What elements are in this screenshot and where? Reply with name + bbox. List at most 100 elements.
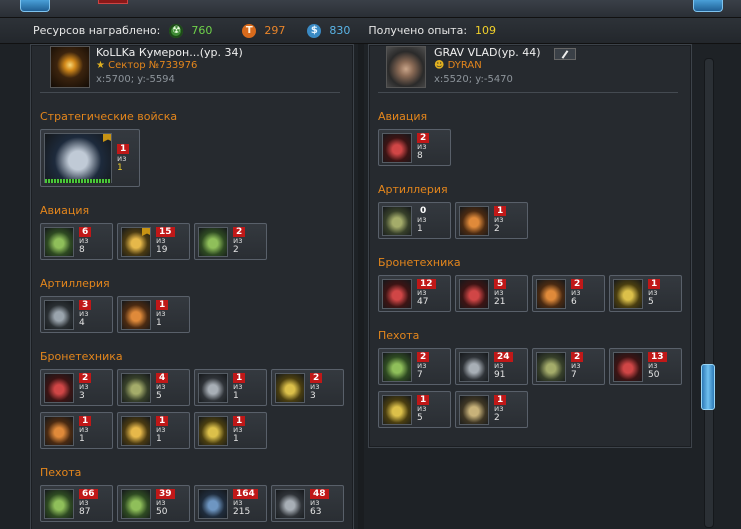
unit-card[interactable]: 2 из 3 (40, 369, 113, 406)
orange-spider-icon (121, 300, 151, 330)
unit-card[interactable]: 2 из 3 (271, 369, 344, 406)
unit-card[interactable]: 4 из 5 (117, 369, 190, 406)
radiation-icon: ☢ (169, 23, 184, 38)
unit-card[interactable]: 66 из 87 (40, 485, 113, 522)
unit-card[interactable]: 1 из 1 (194, 412, 267, 449)
of-label: из (310, 498, 320, 507)
of-label: из (233, 236, 243, 245)
unit-card[interactable]: 12 из 47 (378, 275, 451, 312)
total-count: 5 (417, 413, 423, 423)
killed-count: 1 (117, 144, 130, 154)
of-label: из (648, 361, 658, 370)
of-label: из (79, 498, 89, 507)
unit-card[interactable]: 1 из 1 (40, 412, 113, 449)
total-count: 21 (494, 297, 506, 307)
unit-card[interactable]: 39 из 50 (117, 485, 190, 522)
sector-label-left: Сектор №733976 (108, 60, 198, 71)
unit-card[interactable]: 1 из 1 (194, 369, 267, 406)
unit-card[interactable]: 2 из 2 (194, 223, 267, 260)
unit-card[interactable]: 24 из 91 (455, 348, 528, 385)
coords-left: x:5700; y:-5594 (96, 74, 175, 85)
player-avatar-left[interactable] (50, 46, 90, 88)
unit-card[interactable]: 2 из 7 (378, 348, 451, 385)
gray-soldier-icon (459, 352, 489, 382)
unit-card[interactable]: 1 из 5 (609, 275, 682, 312)
separator-right (378, 92, 678, 93)
total-count: 2 (494, 413, 500, 423)
orange-spider-icon (459, 206, 489, 236)
total-count: 19 (156, 245, 168, 255)
red-robot-icon (613, 352, 643, 382)
total-count: 1 (233, 391, 239, 401)
titanium-value: 297 (264, 24, 286, 37)
unit-card[interactable]: 1 из 1 (117, 296, 190, 333)
yellow-soldier-icon (382, 395, 412, 425)
scrollbar-thumb[interactable] (701, 364, 715, 410)
of-label: из (156, 498, 166, 507)
yellow-walker-icon (613, 279, 643, 309)
of-label: из (494, 361, 504, 370)
category-title: Авиация (378, 110, 428, 123)
player-name-right[interactable]: GRAV VLAD(ур. 44) (434, 46, 541, 59)
unit-card[interactable]: 2 из 7 (532, 348, 605, 385)
unit-card[interactable]: 6 из 8 (40, 223, 113, 260)
gold-tank-icon (121, 416, 151, 446)
of-label: из (494, 404, 504, 413)
of-label: из (79, 425, 89, 434)
defender-panel (368, 44, 692, 448)
unit-card[interactable]: 15 из 19 (117, 223, 190, 260)
category-title: Артиллерия (378, 183, 448, 196)
total-count: 1 (156, 434, 162, 444)
green-mech-icon (44, 227, 74, 257)
unit-card[interactable]: 5 из 21 (455, 275, 528, 312)
orange-crab-icon (44, 416, 74, 446)
yellow-walker-icon (198, 416, 228, 446)
star-icon: ★ (96, 60, 105, 71)
unit-card[interactable]: 3 из 4 (40, 296, 113, 333)
total-count: 3 (79, 391, 85, 401)
unit-card[interactable]: 48 из 63 (271, 485, 344, 522)
panel-divider (358, 44, 364, 529)
coords-right: x:5520; y:-5470 (434, 74, 513, 85)
total-count: 1 (79, 434, 85, 444)
of-label: из (233, 382, 243, 391)
category-title: Пехота (378, 329, 420, 342)
total-count: 47 (417, 297, 429, 307)
unit-card[interactable]: 1 из 1 (117, 412, 190, 449)
camo-artillery-icon (382, 206, 412, 236)
unit-card[interactable]: 1 из 1 (40, 129, 140, 187)
yellow-tank-icon (275, 373, 305, 403)
edit-icon[interactable] (554, 48, 576, 60)
unit-card[interactable]: 1 из 2 (455, 202, 528, 239)
red-tab-indicator (98, 0, 128, 4)
orange-crab-icon (536, 279, 566, 309)
unit-card[interactable]: 1 из 2 (455, 391, 528, 428)
sector-right: ☻ DYRAN (434, 60, 482, 71)
scrollbar-track[interactable] (704, 58, 714, 528)
right-corner-button[interactable] (693, 0, 723, 12)
unit-card[interactable]: 2 из 6 (532, 275, 605, 312)
total-count: 63 (310, 507, 322, 517)
red-crab-icon (459, 279, 489, 309)
unit-card[interactable]: 0 из 1 (378, 202, 451, 239)
unit-card[interactable]: 1 из 5 (378, 391, 451, 428)
total-count: 4 (79, 318, 85, 328)
category-title: Авиация (40, 204, 90, 217)
of-label: из (156, 425, 166, 434)
total-count: 50 (156, 507, 168, 517)
unit-card[interactable]: 164 из 215 (194, 485, 267, 522)
of-label: из (310, 382, 320, 391)
of-label: из (494, 288, 504, 297)
left-corner-button[interactable] (20, 0, 50, 12)
total-count: 91 (494, 370, 506, 380)
of-label: из (79, 236, 89, 245)
clan-label-right: DYRAN (447, 60, 482, 71)
unit-card[interactable]: 13 из 50 (609, 348, 682, 385)
total-count: 5 (648, 297, 654, 307)
player-name-left[interactable]: KoLLKa Кумерон...(ур. 34) (96, 46, 243, 59)
unit-card[interactable]: 2 из 8 (378, 129, 451, 166)
gray-walker-icon (198, 373, 228, 403)
of-label: из (156, 309, 166, 318)
category-title: Бронетехника (40, 350, 123, 363)
player-avatar-right[interactable] (386, 46, 426, 88)
